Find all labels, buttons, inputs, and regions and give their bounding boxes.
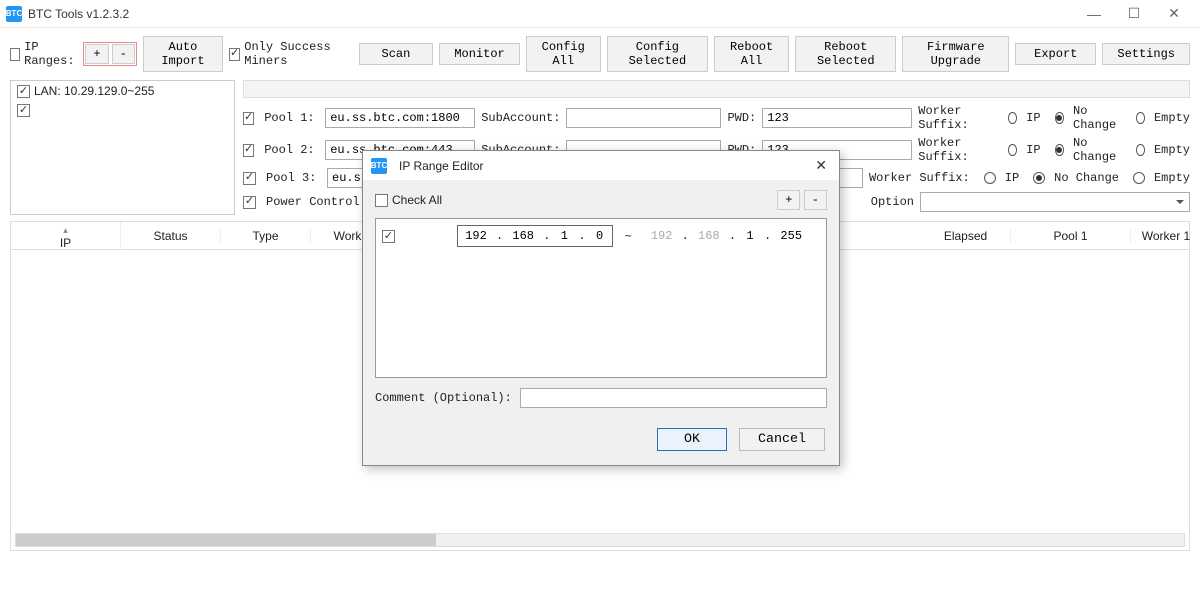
list-item-checkbox[interactable] xyxy=(17,85,30,98)
power-control-label: Power Control: xyxy=(266,195,367,209)
scrollbar-thumb[interactable] xyxy=(16,534,436,546)
ws-empty-radio[interactable] xyxy=(1133,172,1145,184)
subaccount-label: SubAccount: xyxy=(481,111,560,125)
pwd-label: PWD: xyxy=(727,111,756,125)
list-item[interactable] xyxy=(11,101,234,120)
col-worker1[interactable]: Worker 1 xyxy=(1131,229,1200,243)
pool3-checkbox[interactable] xyxy=(243,172,256,185)
ip-range-add-remove-group: + - xyxy=(83,42,136,66)
add-range-button[interactable]: + xyxy=(85,44,108,64)
pool1-label: Pool 1: xyxy=(264,111,319,125)
worker-suffix-label: Worker Suffix: xyxy=(918,104,993,132)
maximize-button[interactable]: ☐ xyxy=(1114,2,1154,26)
ip-range-list-box: . . . ~ . . . xyxy=(375,218,827,378)
option-select[interactable] xyxy=(920,192,1190,212)
option-label: Option xyxy=(871,195,914,209)
dialog-icon: BTC xyxy=(371,158,387,174)
list-item[interactable]: LAN: 10.29.129.0~255 xyxy=(11,81,234,101)
app-icon: BTC xyxy=(6,6,22,22)
cancel-button[interactable]: Cancel xyxy=(739,428,825,451)
ws-nochange-radio[interactable] xyxy=(1033,172,1045,184)
export-button[interactable]: Export xyxy=(1015,43,1096,65)
ws-empty-radio[interactable] xyxy=(1136,144,1145,156)
ip-range-editor-dialog: BTC IP Range Editor ✕ Check All + - . . … xyxy=(362,150,840,466)
list-item-label: LAN: 10.29.129.0~255 xyxy=(34,84,154,98)
pool2-label: Pool 2: xyxy=(264,143,319,157)
pool-row-1: Pool 1: SubAccount: PWD: Worker Suffix: … xyxy=(243,104,1190,132)
ip-range-list: LAN: 10.29.129.0~255 xyxy=(10,80,235,215)
col-type[interactable]: Type xyxy=(221,229,311,243)
config-all-button[interactable]: Config All xyxy=(526,36,601,72)
range-tilde: ~ xyxy=(617,229,640,243)
pool1-checkbox[interactable] xyxy=(243,112,254,125)
horizontal-scrollbar[interactable] xyxy=(15,533,1185,547)
ip-from-input[interactable]: . . . xyxy=(457,225,613,247)
dialog-titlebar: BTC IP Range Editor ✕ xyxy=(363,151,839,180)
col-ip[interactable]: ▴IP xyxy=(11,222,121,250)
pool2-checkbox[interactable] xyxy=(243,144,254,157)
remove-ip-row-button[interactable]: - xyxy=(804,190,827,210)
pool3-label: Pool 3: xyxy=(266,171,321,185)
list-item-checkbox[interactable] xyxy=(17,104,30,117)
pool1-url-input[interactable] xyxy=(325,108,475,128)
reboot-all-button[interactable]: Reboot All xyxy=(714,36,789,72)
ws-ip-radio[interactable] xyxy=(984,172,996,184)
ip-ranges-checkbox[interactable]: IP Ranges: xyxy=(10,40,77,68)
check-all-label: Check All xyxy=(392,193,442,207)
ok-button[interactable]: OK xyxy=(657,428,727,451)
close-button[interactable]: ✕ xyxy=(1154,2,1194,26)
col-status[interactable]: Status xyxy=(121,229,221,243)
ip-ranges-label: IP Ranges: xyxy=(24,40,77,68)
only-success-checkbox[interactable]: Only Success Miners xyxy=(229,40,342,68)
dialog-title: IP Range Editor xyxy=(399,159,811,173)
ws-ip-radio[interactable] xyxy=(1008,144,1017,156)
monitor-button[interactable]: Monitor xyxy=(439,43,519,65)
col-elapsed[interactable]: Elapsed xyxy=(921,229,1011,243)
add-ip-row-button[interactable]: + xyxy=(777,190,800,210)
pool1-subaccount-input[interactable] xyxy=(566,108,721,128)
config-selected-button[interactable]: Config Selected xyxy=(607,36,708,72)
ws-nochange-radio[interactable] xyxy=(1055,112,1064,124)
auto-import-button[interactable]: Auto Import xyxy=(143,36,223,72)
firmware-upgrade-button[interactable]: Firmware Upgrade xyxy=(902,36,1009,72)
minimize-button[interactable]: — xyxy=(1074,2,1114,26)
pool1-pwd-input[interactable] xyxy=(762,108,912,128)
power-control-checkbox[interactable] xyxy=(243,196,256,209)
col-pool1[interactable]: Pool 1 xyxy=(1011,229,1131,243)
window-title: BTC Tools v1.2.3.2 xyxy=(28,7,1074,21)
reboot-selected-button[interactable]: Reboot Selected xyxy=(795,36,896,72)
ip-to-input[interactable]: . . . xyxy=(644,225,810,247)
pane-header-strip xyxy=(243,80,1190,98)
settings-button[interactable]: Settings xyxy=(1102,43,1190,65)
comment-row: Comment (Optional): xyxy=(375,388,827,408)
ip-row-checkbox[interactable] xyxy=(382,230,395,243)
comment-label: Comment (Optional): xyxy=(375,391,512,405)
window-titlebar: BTC BTC Tools v1.2.3.2 — ☐ ✕ xyxy=(0,0,1200,28)
comment-input[interactable] xyxy=(520,388,827,408)
check-all-checkbox[interactable]: Check All xyxy=(375,193,442,207)
dialog-close-button[interactable]: ✕ xyxy=(811,157,831,174)
ip-range-row: . . . ~ . . . xyxy=(382,225,820,247)
main-toolbar: IP Ranges: + - Auto Import Only Success … xyxy=(0,28,1200,80)
remove-range-button[interactable]: - xyxy=(112,44,135,64)
ws-nochange-radio[interactable] xyxy=(1055,144,1064,156)
scan-button[interactable]: Scan xyxy=(359,43,434,65)
ws-empty-radio[interactable] xyxy=(1136,112,1145,124)
only-success-label: Only Success Miners xyxy=(244,40,342,68)
ws-ip-radio[interactable] xyxy=(1008,112,1017,124)
